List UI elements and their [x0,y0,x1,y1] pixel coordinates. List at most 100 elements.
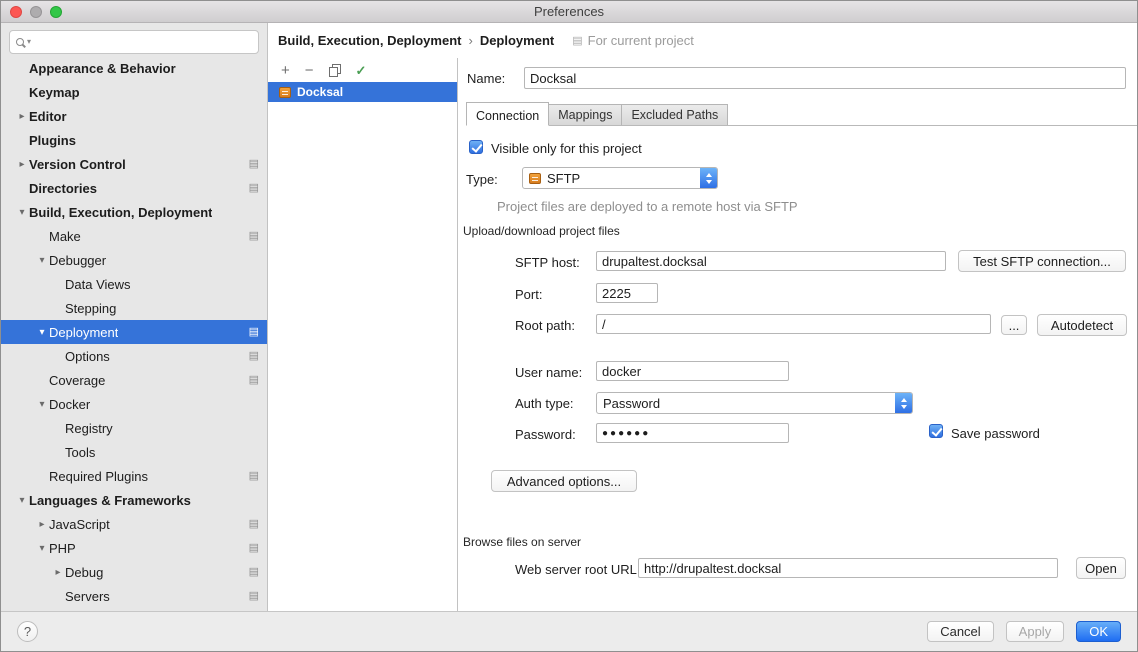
server-list-item[interactable]: Docksal [268,82,457,102]
sidebar-item[interactable]: ▾ Docker ▤ [1,392,267,416]
sidebar-item[interactable]: Tools ▤ [1,440,267,464]
tab-excluded-paths[interactable]: Excluded Paths [622,104,728,125]
window-title: Preferences [534,4,604,19]
sidebar-item[interactable]: Stepping ▤ [1,296,267,320]
sidebar-item[interactable]: ▸ Version Control ▤ [1,152,267,176]
expand-arrow-icon[interactable]: ▾ [35,255,49,266]
sidebar-item[interactable]: ▾ Deployment ▤ [1,320,267,344]
sidebar-item[interactable]: ▾ PHP ▤ [1,536,267,560]
expand-arrow-icon[interactable]: ▾ [15,495,29,506]
project-badge-icon: ▤ [249,541,259,555]
browse-root-path-button[interactable]: ... [1001,315,1027,335]
type-select[interactable]: SFTP [522,167,718,189]
settings-sidebar: ▾ Appearance & Behavior ▤ Keymap ▤ [1,23,268,611]
web-root-input[interactable] [638,558,1058,578]
apply-button[interactable]: Apply [1006,621,1065,642]
sidebar-item-label: Coverage [49,373,105,388]
server-list-toolbar: + − ✓ [268,58,457,82]
project-badge-icon: ▤ [249,517,259,531]
help-button[interactable]: ? [17,621,38,642]
sidebar-item[interactable]: Required Plugins ▤ [1,464,267,488]
sidebar-item[interactable]: ▸ Editor ▤ [1,104,267,128]
open-url-button[interactable]: Open [1076,557,1126,579]
visible-only-checkbox[interactable] [469,140,483,154]
project-badge-icon: ▤ [572,34,582,47]
auth-type-select[interactable]: Password [596,392,913,414]
tab-connection[interactable]: Connection [466,102,549,126]
sidebar-item[interactable]: Plugins ▤ [1,128,267,152]
breadcrumb-parent[interactable]: Build, Execution, Deployment [278,33,461,48]
sidebar-item[interactable]: Coverage ▤ [1,368,267,392]
visible-only-label: Visible only for this project [491,141,642,156]
sftp-icon [529,173,541,184]
sidebar-item[interactable]: Keymap ▤ [1,80,267,104]
expand-arrow-icon[interactable]: ▾ [35,327,49,338]
traffic-lights [10,6,62,18]
save-password-checkbox[interactable] [929,424,943,438]
sftp-host-input[interactable] [596,251,946,271]
sidebar-item-label: Docker [49,397,90,412]
sidebar-item-label: Required Plugins [49,469,148,484]
settings-search[interactable]: ▾ [9,30,259,54]
ok-button[interactable]: OK [1076,621,1121,642]
tab-mappings[interactable]: Mappings [549,104,622,125]
test-connection-button[interactable]: Test SFTP connection... [958,250,1126,272]
sftp-server-icon [279,87,291,98]
advanced-options-button[interactable]: Advanced options... [491,470,637,492]
port-input[interactable] [596,283,658,303]
remove-server-icon[interactable]: − [305,63,314,78]
sidebar-item[interactable]: ▾ Build, Execution, Deployment ▤ [1,200,267,224]
sidebar-item-label: Stepping [65,301,116,316]
expand-arrow-icon[interactable]: ▸ [15,159,29,170]
search-input[interactable] [34,35,252,49]
zoom-icon[interactable] [50,6,62,18]
add-server-icon[interactable]: + [281,63,290,78]
sidebar-item[interactable]: ▸ JavaScript ▤ [1,512,267,536]
sidebar-item[interactable]: Appearance & Behavior ▤ [1,56,267,80]
sidebar-item[interactable]: Data Views ▤ [1,272,267,296]
project-badge-icon: ▤ [249,373,259,387]
sidebar-item[interactable]: Make ▤ [1,224,267,248]
sidebar-item[interactable]: Servers ▤ [1,584,267,608]
root-path-input[interactable] [596,314,991,334]
copy-server-icon[interactable] [329,64,341,77]
sidebar-item[interactable]: Directories ▤ [1,176,267,200]
project-badge-icon: ▤ [249,157,259,171]
sidebar-item-label: Registry [65,421,113,436]
cancel-button[interactable]: Cancel [927,621,993,642]
expand-arrow-icon[interactable]: ▸ [35,519,49,530]
close-icon[interactable] [10,6,22,18]
password-input[interactable] [596,423,789,443]
auth-type-label: Auth type: [515,396,574,411]
use-as-default-icon[interactable]: ✓ [356,64,367,77]
sidebar-item[interactable]: ▾ Debugger ▤ [1,248,267,272]
minimize-icon [30,6,42,18]
settings-tree: Appearance & Behavior ▤ Keymap ▤ ▸ Edito… [1,56,267,608]
sidebar-item[interactable]: ▸ Debug ▤ [1,560,267,584]
expand-arrow-icon[interactable]: ▾ [35,399,49,410]
breadcrumb-separator-icon: › [468,33,472,48]
name-input[interactable] [524,67,1126,89]
user-name-input[interactable] [596,361,789,381]
scope-label: For current project [588,33,694,48]
sidebar-item-label: Options [65,349,110,364]
project-badge-icon: ▤ [249,565,259,579]
type-hint: Project files are deployed to a remote h… [497,199,798,214]
deployment-config-panel: Name: Connection Mappings Excluded Paths… [458,58,1137,611]
expand-arrow-icon[interactable]: ▸ [15,111,29,122]
sidebar-item[interactable]: Options ▤ [1,344,267,368]
search-icon [16,38,24,46]
sidebar-item[interactable]: Registry ▤ [1,416,267,440]
expand-arrow-icon[interactable]: ▸ [51,567,65,578]
port-label: Port: [515,287,542,302]
sidebar-item-label: Languages & Frameworks [29,493,191,508]
sftp-host-label: SFTP host: [515,255,580,270]
expand-arrow-icon[interactable]: ▾ [15,207,29,218]
preferences-window: Preferences ▾ Appearance & Behavior ▤ [0,0,1138,652]
sidebar-item[interactable]: ▾ Languages & Frameworks ▤ [1,488,267,512]
titlebar: Preferences [1,1,1137,23]
sidebar-item-label: Make [49,229,81,244]
expand-arrow-icon[interactable]: ▾ [35,543,49,554]
autodetect-button[interactable]: Autodetect [1037,314,1127,336]
upload-section-label: Upload/download project files [463,224,620,238]
